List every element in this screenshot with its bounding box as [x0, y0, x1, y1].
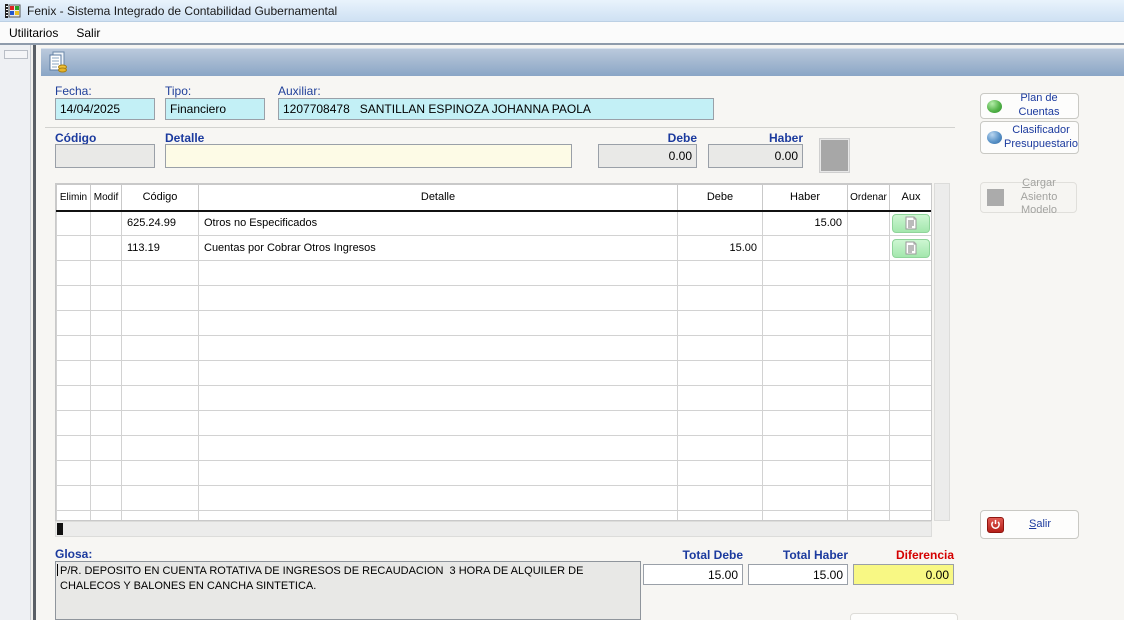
glosa-textarea[interactable]: P/R. DEPOSITO EN CUENTA ROTATIVA DE INGR… — [55, 561, 641, 620]
cell-detalle: Otros no Especificados — [199, 211, 678, 236]
app-icon — [5, 3, 21, 19]
table-row-empty — [57, 411, 933, 436]
table-header-row: Elimin Modif Código Detalle Debe Haber O… — [57, 185, 933, 211]
cell-ordenar[interactable] — [848, 236, 890, 261]
table-row: 625.24.99 Otros no Especificados 15.00 — [57, 211, 933, 236]
green-sphere-icon — [987, 100, 1002, 113]
entries-table: Elimin Modif Código Detalle Debe Haber O… — [55, 183, 932, 521]
detalle-label: Detalle — [165, 131, 204, 145]
cell-modif[interactable] — [91, 236, 122, 261]
table-horizontal-scrollbar[interactable] — [55, 521, 932, 537]
glosa-label: Glosa: — [55, 547, 92, 561]
table-row-empty — [57, 511, 933, 522]
cell-elimin[interactable] — [57, 236, 91, 261]
table-row-empty — [57, 311, 933, 336]
debe-label: Debe — [598, 131, 697, 145]
col-elimin: Elimin — [57, 185, 91, 211]
add-entry-button-disabled[interactable] — [820, 139, 849, 172]
auxiliar-input[interactable]: 1207708478 SANTILLAN ESPINOZA JOHANNA PA… — [278, 98, 714, 120]
col-modif: Modif — [91, 185, 122, 211]
detalle-input[interactable] — [165, 144, 572, 168]
col-haber: Haber — [763, 185, 848, 211]
table-row-empty — [57, 436, 933, 461]
table-row-empty — [57, 461, 933, 486]
document-copy-coins-icon — [48, 51, 68, 73]
text-caret — [57, 564, 58, 576]
cell-modif[interactable] — [91, 211, 122, 236]
total-haber-field: 15.00 — [748, 564, 848, 585]
col-debe: Debe — [678, 185, 763, 211]
titlebar: Fenix - Sistema Integrado de Contabilida… — [0, 0, 1124, 22]
gray-square-icon — [987, 189, 1004, 206]
window-title: Fenix - Sistema Integrado de Contabilida… — [27, 4, 337, 18]
col-aux: Aux — [890, 185, 933, 211]
blue-sphere-icon — [987, 131, 1002, 144]
notepad-icon — [905, 241, 917, 255]
col-codigo: Código — [122, 185, 199, 211]
table-row: 113.19 Cuentas por Cobrar Otros Ingresos… — [57, 236, 933, 261]
table-row-empty — [57, 486, 933, 511]
col-ordenar: Ordenar — [848, 185, 890, 211]
cell-ordenar[interactable] — [848, 211, 890, 236]
table-row-empty — [57, 261, 933, 286]
auxiliar-label: Auxiliar: — [278, 84, 321, 98]
diferencia-label: Diferencia — [853, 548, 954, 562]
table-row-empty — [57, 361, 933, 386]
codigo-label: Código — [55, 131, 96, 145]
tipo-input[interactable]: Financiero — [165, 98, 265, 120]
cell-haber — [763, 236, 848, 261]
col-detalle: Detalle — [199, 185, 678, 211]
table-row-empty — [57, 286, 933, 311]
cell-debe: 15.00 — [678, 236, 763, 261]
cargar-asiento-label: Cargar AsientoModelo — [1006, 177, 1072, 218]
cell-codigo: 625.24.99 — [122, 211, 199, 236]
separator-line — [45, 127, 955, 128]
cell-aux — [890, 236, 933, 261]
total-debe-field: 15.00 — [643, 564, 743, 585]
notepad-icon — [905, 216, 917, 230]
cell-codigo: 113.19 — [122, 236, 199, 261]
tipo-label: Tipo: — [165, 84, 191, 98]
haber-input[interactable]: 0.00 — [708, 144, 803, 168]
power-icon — [987, 517, 1004, 533]
total-debe-label: Total Debe — [643, 548, 743, 562]
fecha-label: Fecha: — [55, 84, 92, 98]
debe-input[interactable]: 0.00 — [598, 144, 697, 168]
diferencia-field: 0.00 — [853, 564, 954, 585]
scrollbar-thumb[interactable] — [57, 523, 63, 535]
application-window: Fenix - Sistema Integrado de Contabilida… — [0, 0, 1124, 620]
panel-grip-handle[interactable] — [4, 50, 28, 59]
codigo-input[interactable] — [55, 144, 155, 168]
table-row-empty — [57, 386, 933, 411]
haber-label: Haber — [708, 131, 803, 145]
fecha-input[interactable]: 14/04/2025 — [55, 98, 155, 120]
menu-salir[interactable]: Salir — [67, 24, 109, 42]
menu-utilitarios[interactable]: Utilitarios — [0, 24, 67, 42]
cell-debe — [678, 211, 763, 236]
plan-de-cuentas-label: Plan de Cuentas — [1004, 92, 1074, 120]
new-document-button[interactable] — [46, 50, 70, 74]
clasificador-label: ClasificadorPresupuestario — [1004, 124, 1078, 152]
salir-label: Salir — [1006, 518, 1074, 532]
menubar: Utilitarios Salir — [0, 22, 1124, 43]
cell-aux — [890, 211, 933, 236]
table-vertical-scrollbar[interactable] — [934, 183, 950, 521]
aux-button[interactable] — [892, 239, 930, 258]
plan-de-cuentas-button[interactable]: Plan de Cuentas — [980, 93, 1079, 119]
table-row-empty — [57, 336, 933, 361]
cutoff-button[interactable] — [850, 613, 958, 620]
cell-detalle: Cuentas por Cobrar Otros Ingresos — [199, 236, 678, 261]
left-collapsed-panel[interactable] — [0, 45, 31, 620]
toolbar — [41, 48, 1124, 76]
aux-button[interactable] — [892, 214, 930, 233]
cargar-asiento-modelo-button[interactable]: Cargar AsientoModelo — [980, 182, 1077, 213]
clasificador-presupuestario-button[interactable]: ClasificadorPresupuestario — [980, 121, 1079, 154]
salir-button[interactable]: Salir — [980, 510, 1079, 539]
total-haber-label: Total Haber — [748, 548, 848, 562]
cell-elimin[interactable] — [57, 211, 91, 236]
cell-haber: 15.00 — [763, 211, 848, 236]
